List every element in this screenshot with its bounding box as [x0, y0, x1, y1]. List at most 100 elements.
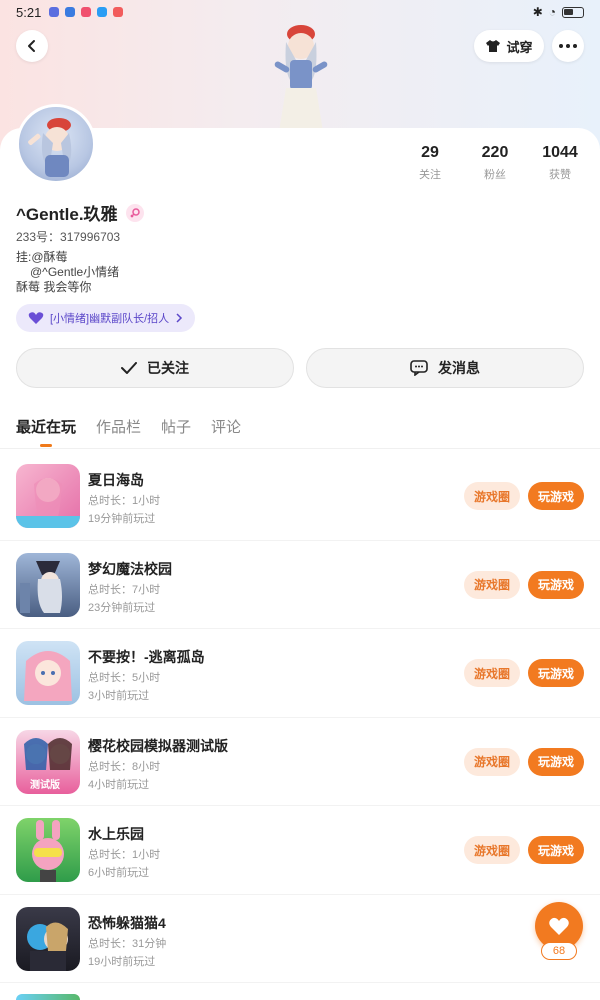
tab-recently-played[interactable]: 最近在玩: [16, 416, 76, 447]
game-last-played: 3小时前玩过: [88, 690, 150, 702]
game-icon: [16, 464, 80, 528]
play-game-button[interactable]: 玩游戏: [528, 747, 584, 776]
game-circle-button[interactable]: 游戏圈: [464, 659, 520, 687]
chat-bubble-icon: [410, 360, 428, 376]
game-duration: 总时长：31分钟: [88, 937, 167, 950]
play-game-button[interactable]: 玩游戏: [528, 570, 584, 599]
checkmark-icon: [121, 362, 137, 374]
recent-games-list: 夏日海岛 总时长：1小时 19分钟前玩过 游戏圈 玩游戏 梦幻魔法校园 总时长：…: [0, 452, 600, 983]
game-duration: 总时长：8小时: [88, 760, 161, 773]
fans-label: 粉丝: [484, 169, 506, 181]
likes-stat[interactable]: 1044 获赞: [530, 144, 590, 182]
back-button[interactable]: [16, 30, 48, 62]
app-notification-icon: [81, 7, 92, 17]
game-icon: [16, 641, 80, 705]
game-name: 夏日海岛: [88, 472, 144, 488]
likes-label: 获赞: [549, 169, 571, 181]
status-indicators: ✱ ◔: [533, 5, 584, 19]
game-circle-button[interactable]: 游戏圈: [464, 570, 520, 599]
game-circle-button[interactable]: 游戏圈: [464, 836, 520, 864]
game-name: 梦幻魔法校园: [88, 560, 172, 577]
status-time: 5:21: [16, 4, 42, 20]
list-item[interactable]: 夏日海岛 总时长：1小时 19分钟前玩过 游戏圈 玩游戏: [0, 452, 600, 541]
divider: [0, 448, 600, 449]
following-stat[interactable]: 29 关注: [400, 144, 460, 182]
female-gender-icon: [125, 203, 144, 222]
user-id: 233号：317996703: [16, 230, 121, 244]
heart-icon: [549, 917, 569, 935]
tab-comments[interactable]: 评论: [211, 416, 241, 437]
send-message-label: 发消息: [438, 360, 480, 376]
game-last-played: 23分钟前玩过: [88, 601, 156, 614]
game-name: 樱花校园模拟器测试版: [88, 737, 228, 754]
game-duration: 总时长：7小时: [88, 583, 161, 596]
play-game-button[interactable]: 玩游戏: [528, 836, 584, 864]
play-game-button[interactable]: 玩游戏: [528, 659, 584, 687]
app-notification-icon: [65, 7, 76, 17]
game-name: 水上乐园: [88, 826, 144, 842]
fans-stat[interactable]: 220 粉丝: [465, 144, 525, 182]
list-item[interactable]: 梦幻魔法校园 总时长：7小时 23分钟前玩过 游戏圈 玩游戏: [0, 541, 600, 629]
game-last-played: 6小时前玩过: [88, 867, 150, 879]
more-dots-icon: [559, 44, 577, 48]
profile-tabs: 最近在玩 作品栏 帖子 评论: [16, 416, 241, 447]
follow-label: 已关注: [147, 360, 189, 376]
list-item[interactable]: 测试版 樱花校园模拟器测试版 总时长：8小时 4小时前玩过 游戏圈 玩游戏: [0, 718, 600, 806]
chevron-right-icon: [176, 313, 183, 323]
avatar[interactable]: [16, 104, 96, 184]
follow-button[interactable]: 已关注: [16, 348, 294, 388]
list-item[interactable]: 恐怖躲猫猫4 总时长：31分钟 19小时前玩过: [0, 895, 600, 983]
game-last-played: 4小时前玩过: [88, 778, 150, 791]
try-on-label: 试穿: [506, 39, 533, 55]
purple-heart-icon: [28, 312, 44, 324]
game-duration: 总时长：5小时: [88, 672, 161, 684]
game-duration: 总时长：1小时: [88, 495, 161, 507]
wifi-icon: ◔: [548, 5, 556, 19]
username: ^Gentle.玖雅: [16, 205, 118, 224]
play-game-button[interactable]: 玩游戏: [528, 482, 584, 510]
bio-line: 酥莓 我会等你: [16, 280, 92, 294]
avatar-character-image: [28, 118, 72, 177]
like-count-badge: 68: [541, 942, 577, 960]
try-on-button[interactable]: 试穿: [474, 30, 544, 62]
game-icon-caption: 测试版: [30, 779, 60, 791]
game-circle-button[interactable]: 游戏圈: [464, 482, 520, 510]
game-icon: 测试版: [16, 729, 80, 794]
status-bar: 5:21 ✱ ◔: [0, 0, 600, 24]
send-message-button[interactable]: 发消息: [306, 348, 584, 388]
game-icon: [16, 994, 80, 1000]
following-label: 关注: [419, 169, 441, 181]
character-avatar-figure: [274, 25, 328, 138]
game-icon: [16, 552, 80, 617]
likes-count: 1044: [542, 144, 578, 161]
club-tag-label: [小情绪]幽默副队长/招人: [50, 313, 170, 325]
list-item[interactable]: 水上乐园 总时长：1小时 6小时前玩过 游戏圈 玩游戏: [0, 806, 600, 895]
list-item[interactable]: 不要按！-逃离孤岛 总时长：5小时 3小时前玩过 游戏圈 玩游戏: [0, 629, 600, 718]
profile-stats: 29 关注 220 粉丝 1044 获赞: [400, 144, 590, 182]
battery-icon: [562, 6, 584, 18]
game-name: 不要按！-逃离孤岛: [88, 649, 205, 665]
bio: 挂:@酥莓 @^Gentle小情绪 酥莓 我会等你: [16, 250, 119, 295]
tab-works[interactable]: 作品栏: [96, 416, 141, 437]
bio-line: @^Gentle小情绪: [30, 265, 120, 279]
app-notification-icon: [97, 7, 108, 17]
fans-count: 220: [481, 144, 509, 161]
game-circle-button[interactable]: 游戏圈: [464, 747, 520, 776]
following-count: 29: [421, 144, 439, 161]
game-icon: [16, 906, 80, 971]
chevron-left-icon: [28, 40, 35, 52]
app-notification-icon: [49, 7, 60, 17]
bluetooth-icon: ✱: [532, 5, 543, 19]
game-last-played: 19小时前玩过: [88, 955, 156, 968]
username-row: ^Gentle.玖雅: [16, 200, 144, 225]
game-name: 恐怖躲猫猫4: [88, 914, 166, 931]
game-duration: 总时长：1小时: [88, 849, 161, 861]
game-icon: [16, 818, 80, 882]
more-options-button[interactable]: [552, 30, 584, 62]
game-last-played: 19分钟前玩过: [88, 513, 156, 525]
app-notification-icon: [113, 7, 124, 17]
tshirt-icon: [486, 40, 501, 52]
tab-posts[interactable]: 帖子: [161, 416, 191, 437]
bio-line: 挂:@酥莓: [16, 250, 68, 264]
club-tag[interactable]: [小情绪]幽默副队长/招人: [16, 304, 196, 332]
